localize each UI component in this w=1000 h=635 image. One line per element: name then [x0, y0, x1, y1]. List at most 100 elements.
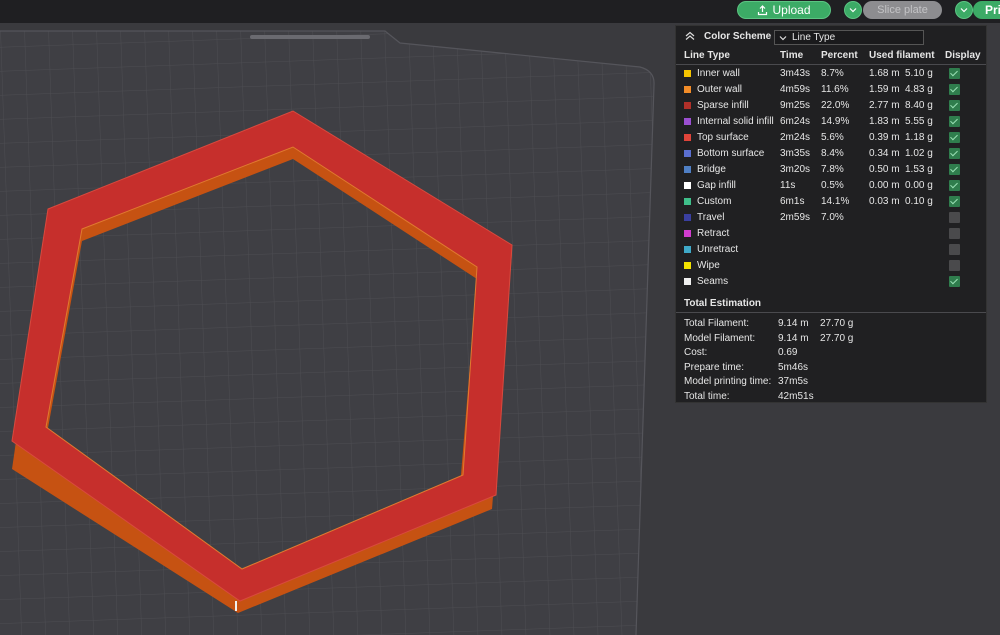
- upload-dropdown-button[interactable]: [844, 1, 862, 19]
- line-type-length: 1.59 m: [869, 84, 900, 95]
- column-header-used-filament: Used filament: [869, 50, 935, 61]
- estimation-row: Total time: 42m51s: [676, 391, 986, 405]
- line-type-time: 3m35s: [780, 148, 811, 159]
- print-label: Pri: [985, 3, 1000, 17]
- line-type-percent: 8.7%: [821, 68, 844, 79]
- line-type-length: 0.50 m: [869, 164, 900, 175]
- line-type-weight: 1.53 g: [905, 164, 933, 175]
- slice-plate-button[interactable]: Slice plate: [863, 1, 942, 19]
- plate-label-strip: [250, 35, 370, 39]
- estimation-label: Total time:: [684, 391, 730, 402]
- estimation-row: Total Filament: 9.14 m 27.70 g: [676, 318, 986, 332]
- line-type-color-swatch: [684, 182, 691, 189]
- line-type-length: 1.83 m: [869, 116, 900, 127]
- line-type-time: 3m43s: [780, 68, 811, 79]
- line-type-name: Wipe: [697, 260, 720, 271]
- display-checkbox[interactable]: [949, 84, 960, 95]
- display-checkbox[interactable]: [949, 244, 960, 255]
- line-type-percent: 0.5%: [821, 180, 844, 191]
- line-type-color-swatch: [684, 118, 691, 125]
- line-type-name: Travel: [697, 212, 725, 223]
- line-type-weight: 0.00 g: [905, 180, 933, 191]
- legend-row-outer-wall: Outer wall 4m59s 11.6% 1.59 m 4.83 g: [676, 82, 986, 98]
- line-type-percent: 22.0%: [821, 100, 850, 111]
- legend-row-gap-infill: Gap infill 11s 0.5% 0.00 m 0.00 g: [676, 178, 986, 194]
- upload-button[interactable]: Upload: [737, 1, 831, 19]
- estimation-divider: [676, 312, 986, 313]
- header-divider: [676, 64, 986, 65]
- line-type-percent: 5.6%: [821, 132, 844, 143]
- print-dropdown-button[interactable]: [955, 1, 973, 19]
- display-checkbox[interactable]: [949, 116, 960, 127]
- estimation-row: Model printing time: 37m5s: [676, 376, 986, 390]
- legend-row-bottom-surface: Bottom surface 3m35s 8.4% 0.34 m 1.02 g: [676, 146, 986, 162]
- column-header-line-type: Line Type: [684, 50, 730, 61]
- line-type-length: 0.34 m: [869, 148, 900, 159]
- line-type-length: 0.03 m: [869, 196, 900, 207]
- print-button[interactable]: Pri: [973, 1, 1000, 19]
- column-header-percent: Percent: [821, 50, 858, 61]
- color-scheme-legend-panel: Color Scheme Line Type Line Type Time Pe…: [675, 25, 987, 403]
- line-type-time: 3m20s: [780, 164, 811, 175]
- line-type-length: 2.77 m: [869, 100, 900, 111]
- display-checkbox[interactable]: [949, 180, 960, 191]
- display-checkbox[interactable]: [949, 260, 960, 271]
- estimation-label: Model printing time:: [684, 376, 772, 388]
- display-checkbox[interactable]: [949, 68, 960, 79]
- line-type-weight: 1.18 g: [905, 132, 933, 143]
- line-type-name: Bottom surface: [697, 148, 765, 159]
- line-type-color-swatch: [684, 230, 691, 237]
- estimation-label: Cost:: [684, 347, 708, 359]
- legend-row-retract: Retract: [676, 226, 986, 242]
- line-type-weight: 1.02 g: [905, 148, 933, 159]
- estimation-value: 5m46s: [778, 361, 809, 373]
- line-type-name: Inner wall: [697, 68, 740, 79]
- display-checkbox[interactable]: [949, 196, 960, 207]
- line-type-percent: 14.9%: [821, 116, 850, 127]
- line-type-color-swatch: [684, 278, 691, 285]
- estimation-label: Total Filament:: [684, 318, 750, 329]
- estimation-label: Model Filament:: [684, 332, 756, 344]
- line-type-color-swatch: [684, 214, 691, 221]
- line-type-time: 6m1s: [780, 196, 805, 207]
- legend-row-travel: Travel 2m59s 7.0%: [676, 210, 986, 226]
- display-checkbox[interactable]: [949, 148, 960, 159]
- line-type-color-swatch: [684, 262, 691, 269]
- legend-row-custom: Custom 6m1s 14.1% 0.03 m 0.10 g: [676, 194, 986, 210]
- line-type-weight: 5.55 g: [905, 116, 933, 127]
- estimation-row: Model Filament: 9.14 m 27.70 g: [676, 333, 986, 347]
- line-type-weight: 4.83 g: [905, 84, 933, 95]
- estimation-row: Prepare time: 5m46s: [676, 362, 986, 376]
- estimation-value: 0.69: [778, 347, 798, 359]
- line-type-percent: 11.6%: [821, 84, 849, 95]
- color-scheme-select[interactable]: Line Type: [774, 30, 924, 45]
- line-type-percent: 7.0%: [821, 212, 844, 223]
- line-type-weight: 5.10 g: [905, 68, 933, 79]
- line-type-color-swatch: [684, 166, 691, 173]
- line-type-color-swatch: [684, 70, 691, 77]
- estimation-value: 42m51s: [778, 391, 814, 402]
- display-checkbox[interactable]: [949, 228, 960, 239]
- collapse-chevrons-icon[interactable]: [684, 30, 696, 42]
- line-type-name: Unretract: [697, 244, 739, 255]
- display-checkbox[interactable]: [949, 100, 960, 111]
- line-type-percent: 14.1%: [821, 196, 850, 207]
- estimation-value-secondary: 27.70 g: [820, 332, 854, 344]
- display-checkbox[interactable]: [949, 132, 960, 143]
- upload-icon: [758, 4, 768, 15]
- display-checkbox[interactable]: [949, 164, 960, 175]
- display-checkbox[interactable]: [949, 276, 960, 287]
- line-type-color-swatch: [684, 246, 691, 253]
- column-header-time: Time: [780, 50, 804, 61]
- legend-row-wipe: Wipe: [676, 258, 986, 274]
- line-type-color-swatch: [684, 134, 691, 141]
- seam-marker: [235, 601, 237, 611]
- display-checkbox[interactable]: [949, 212, 960, 223]
- line-type-name: Custom: [697, 196, 732, 207]
- line-type-time: 4m59s: [780, 84, 811, 95]
- line-type-color-swatch: [684, 150, 691, 157]
- legend-row-seams: Seams: [676, 274, 986, 290]
- legend-row-internal-solid-infill: Internal solid infill 6m24s 14.9% 1.83 m 5.5…: [676, 114, 986, 130]
- chevron-down-icon: [849, 8, 857, 13]
- estimation-value-secondary: 27.70 g: [820, 318, 854, 329]
